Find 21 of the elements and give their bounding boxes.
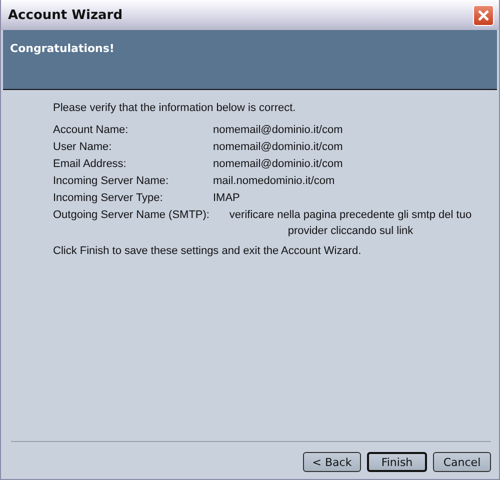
dialog-button[interactable]: Cancel [433, 452, 491, 472]
field-label: Outgoing Server Name (SMTP): [53, 208, 210, 223]
field-value: mail.nomedominio.it/com [213, 174, 336, 189]
field-label: User Name: [53, 140, 113, 155]
field-label: Email Address: [53, 157, 128, 172]
close-button[interactable] [473, 4, 494, 26]
close-icon [477, 8, 490, 22]
dialog-button[interactable]: < Back [303, 452, 361, 472]
field-value: verificare nella pagina precedente gli smtp del tuo provider cliccando sul link [228, 208, 473, 239]
outro-text: Click Finish to save these settings and exit the Account Wizard. [53, 244, 362, 259]
field-value: nomemail@dominio.it/com [213, 140, 344, 155]
field-value: nomemail@dominio.it/com [213, 123, 344, 138]
field-value: nomemail@dominio.it/com [213, 157, 344, 172]
field-label: Account Name: [53, 123, 130, 138]
field-label: Incoming Server Name: [53, 174, 170, 189]
header-title: Congratulations! [10, 42, 116, 55]
field-label: Incoming Server Type: [53, 191, 164, 206]
dialog-button[interactable]: Finish [367, 452, 427, 472]
window-title: Account Wizard [8, 8, 123, 22]
intro-text: Please verify that the information below is correct. [53, 101, 297, 116]
field-value: IMAP [213, 191, 241, 206]
